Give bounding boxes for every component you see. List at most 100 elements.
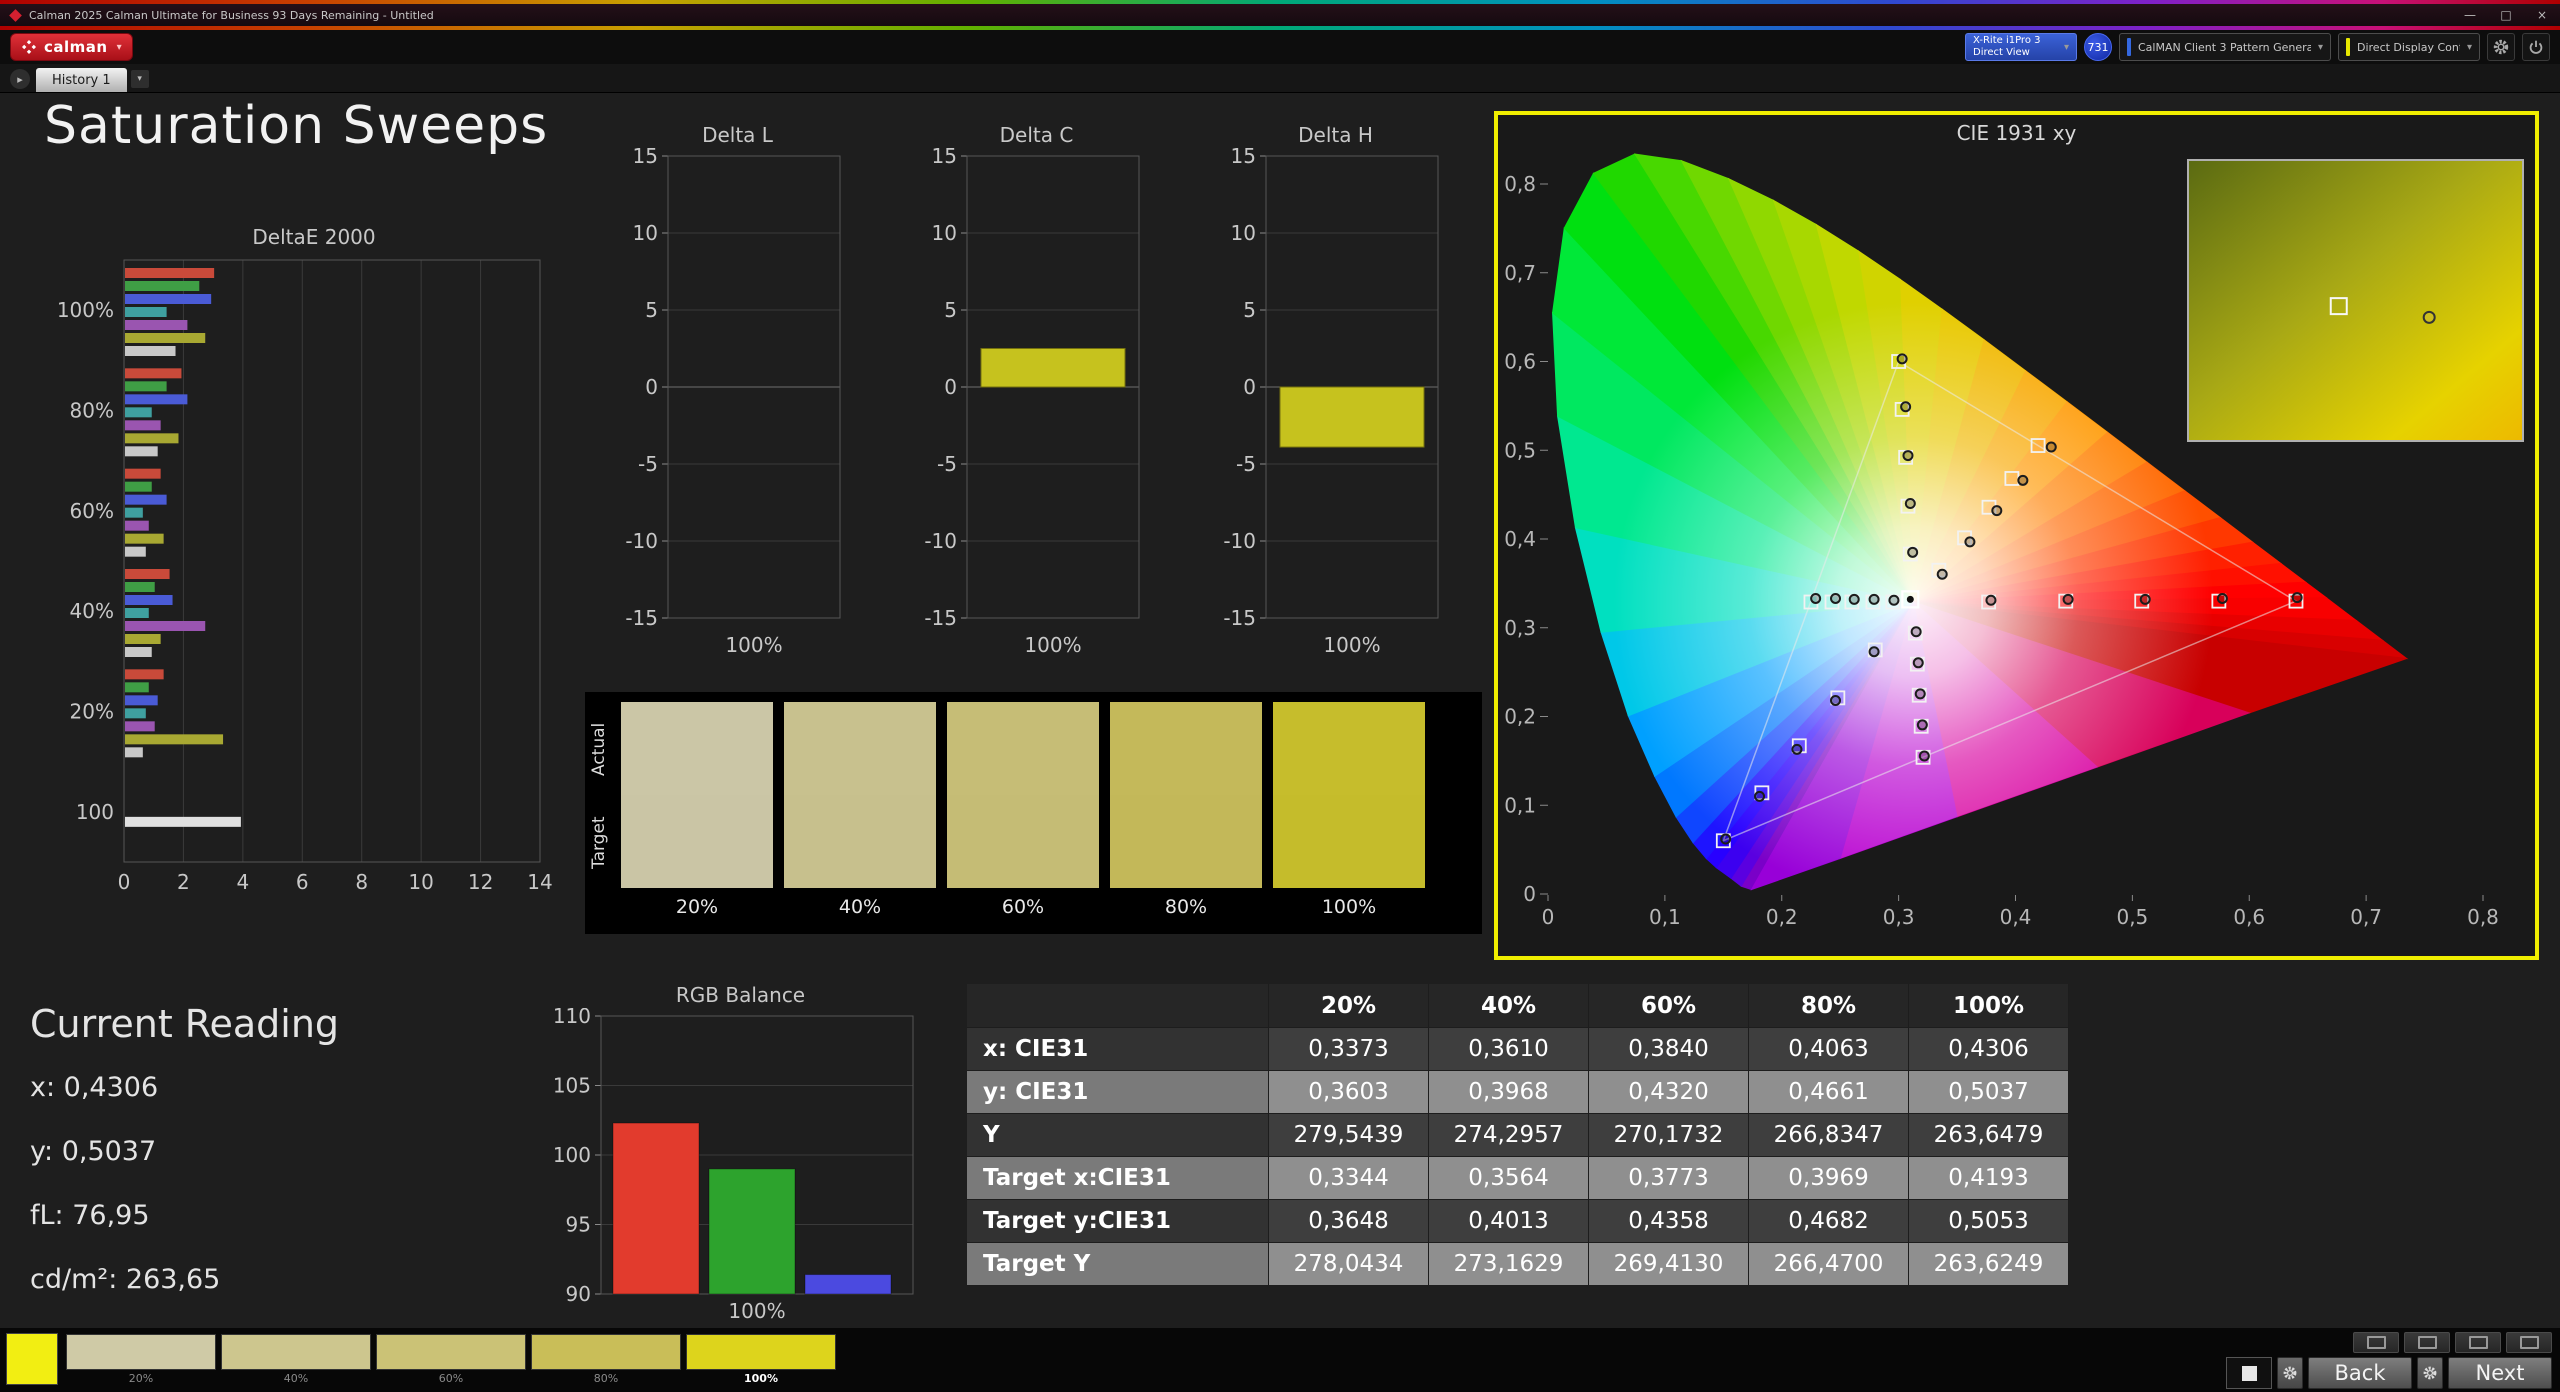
pattern-swatch-color: [376, 1334, 526, 1370]
svg-text:0,5: 0,5: [1504, 438, 1536, 462]
svg-text:100%: 100%: [725, 633, 782, 657]
display-mini-button-2[interactable]: [2404, 1332, 2450, 1353]
nav-buttons-row: Back Next: [2226, 1357, 2552, 1389]
delta-l-title: Delta L: [702, 123, 773, 147]
display-mini-button-4[interactable]: [2506, 1332, 2552, 1353]
svg-text:20%: 20%: [70, 700, 114, 724]
display-mini-button-3[interactable]: [2455, 1332, 2501, 1353]
device-controls: X-Rite i1Pro 3 Direct View ▾ 731 CalMAN …: [1965, 33, 2550, 61]
target-row-label: Target: [589, 816, 609, 870]
table-value-cell: 0,5053: [1909, 1200, 2069, 1243]
table-header-cell: 20%: [1269, 984, 1429, 1028]
table-row: Target y:CIE31 0,3648 0,4013 0,4358 0,4682 0,…: [967, 1200, 2069, 1243]
current-reading-panel: Current Reading x: 0,4306 y: 0,5037 fL: …: [30, 1002, 339, 1328]
table-value-cell: 0,3840: [1589, 1028, 1749, 1071]
pattern-swatch-label: 100%: [744, 1372, 778, 1385]
source-indicator: [2127, 38, 2131, 56]
deltae2000-plot: 0 2 4 6 8 10 12 14 100% 80% 60% 40% 20% 100: [57, 250, 570, 932]
svg-text:6: 6: [296, 870, 309, 894]
table-value-cell: 266,4700: [1749, 1243, 1909, 1286]
table-value-cell: 0,4063: [1749, 1028, 1909, 1071]
svg-text:4: 4: [236, 870, 249, 894]
svg-text:0: 0: [944, 375, 957, 399]
svg-text:0,8: 0,8: [2467, 905, 2499, 929]
svg-text:0,1: 0,1: [1504, 793, 1536, 817]
minimize-button[interactable]: —: [2452, 8, 2488, 22]
target-swatch: [621, 795, 773, 888]
pattern-swatch-button[interactable]: 40%: [221, 1334, 371, 1387]
meter-status-badge[interactable]: 731: [2084, 33, 2112, 61]
pattern-swatch-button[interactable]: 60%: [376, 1334, 526, 1387]
maximize-button[interactable]: □: [2488, 8, 2524, 22]
table-row: Target Y 278,0434 273,1629 269,4130 266,4700…: [967, 1243, 2069, 1286]
svg-text:90: 90: [566, 1282, 591, 1306]
table-value-cell: 263,6479: [1909, 1114, 2069, 1157]
pattern-swatch-color: [686, 1334, 836, 1370]
next-options-button[interactable]: [2417, 1357, 2443, 1389]
svg-text:-15: -15: [924, 606, 957, 630]
meter-dropdown[interactable]: X-Rite i1Pro 3 Direct View ▾: [1965, 33, 2077, 61]
delta-c-chart: Delta C 15 10 5 0 -5 -10 -15 100%: [919, 122, 1154, 664]
swatch-column-label: 100%: [1321, 896, 1377, 918]
swatch-column-label: 40%: [838, 896, 882, 918]
chevron-down-icon: ▾: [2466, 41, 2472, 53]
svg-text:0,3: 0,3: [1883, 905, 1915, 929]
table-value-cell: 0,4661: [1749, 1071, 1909, 1114]
close-button[interactable]: ×: [2524, 8, 2560, 22]
svg-text:-10: -10: [924, 529, 957, 553]
svg-text:-5: -5: [1236, 452, 1256, 476]
target-swatch: [1110, 795, 1262, 888]
svg-text:0,6: 0,6: [2233, 905, 2265, 929]
power-button[interactable]: [2522, 33, 2550, 61]
pattern-swatch-button[interactable]: 20%: [66, 1334, 216, 1387]
target-swatch: [947, 795, 1099, 888]
pattern-window-button[interactable]: [2226, 1357, 2272, 1389]
display-indicator: [2346, 38, 2350, 56]
svg-text:-10: -10: [625, 529, 658, 553]
table-row-label: Target Y: [967, 1243, 1269, 1286]
pattern-swatch-label: 40%: [283, 1372, 309, 1385]
pattern-swatch-label: 60%: [438, 1372, 464, 1385]
main-toolbar: calman ▾ X-Rite i1Pro 3 Direct View ▾ 73…: [0, 30, 2560, 64]
table-value-cell: 0,3968: [1429, 1071, 1589, 1114]
calman-menu-button[interactable]: calman ▾: [10, 33, 133, 61]
svg-text:10: 10: [1231, 221, 1256, 245]
display-mini-button-1[interactable]: [2353, 1332, 2399, 1353]
pattern-window-icon: [2241, 1365, 2257, 1381]
rgb-balance-plot: 110 105 100 95 90 100%: [543, 1004, 938, 1326]
cie-title: CIE 1931 xy: [1956, 121, 2077, 145]
mini-buttons-row: [2226, 1332, 2552, 1353]
next-button[interactable]: Next: [2448, 1357, 2552, 1389]
pattern-swatch-button[interactable]: 80%: [531, 1334, 681, 1387]
svg-text:0,7: 0,7: [2350, 905, 2382, 929]
chevron-down-icon: ▾: [2063, 41, 2069, 53]
deltae2000-title: DeltaE 2000: [252, 225, 376, 249]
pattern-swatch-button[interactable]: 100%: [686, 1334, 836, 1387]
gear-icon: [2283, 1366, 2297, 1380]
table-value-cell: 266,8347: [1749, 1114, 1909, 1157]
back-button[interactable]: Back: [2308, 1357, 2412, 1389]
delta-c-plot: 15 10 5 0 -5 -10 -15 100%: [919, 144, 1154, 664]
table-value-cell: 0,3373: [1269, 1028, 1429, 1071]
tab-history-1-label: History 1: [52, 72, 111, 88]
pattern-generator-dropdown[interactable]: CalMAN Client 3 Pattern Generator ▾: [2119, 33, 2331, 61]
actual-swatch: [784, 702, 936, 795]
tab-history-1[interactable]: History 1: [36, 68, 127, 92]
cie-1931-chart: CIE 1931 xy 0 0 0,1 0,1 0,2 0,2 0,3 0,3 0,4 0,4 0,…: [1494, 111, 2539, 960]
tab-nav-button[interactable]: ▸: [10, 69, 30, 89]
actual-row-label: Actual: [589, 722, 609, 776]
back-options-button[interactable]: [2277, 1357, 2303, 1389]
settings-gear-button[interactable]: [2487, 33, 2515, 61]
delta-h-title: Delta H: [1298, 123, 1373, 147]
reading-fl: fL: 76,95: [30, 1200, 150, 1231]
table-value-cell: 270,1732: [1589, 1114, 1749, 1157]
pattern-swatch-label: 20%: [128, 1372, 154, 1385]
svg-text:100: 100: [553, 1143, 591, 1167]
chevron-down-icon: ▾: [2317, 41, 2323, 53]
svg-text:100: 100: [76, 800, 114, 824]
display-control-dropdown[interactable]: Direct Display Control ▾: [2338, 33, 2480, 61]
tab-list-button[interactable]: ▾: [130, 70, 149, 88]
svg-text:5: 5: [944, 298, 957, 322]
table-value-cell: 0,3344: [1269, 1157, 1429, 1200]
window-controls: — □ ×: [2452, 8, 2560, 22]
